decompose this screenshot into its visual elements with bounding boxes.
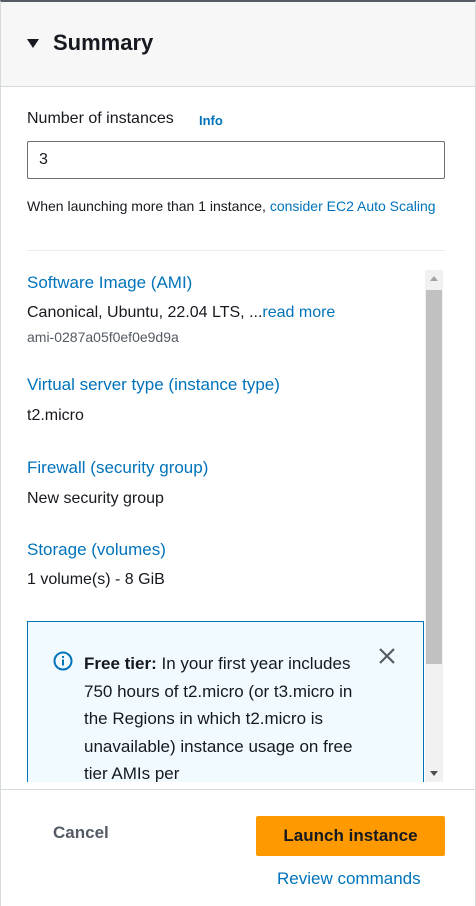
scroll-up-arrow-icon[interactable]	[425, 270, 443, 288]
hint-text: When launching more than 1 instance,	[27, 198, 266, 214]
info-circle-icon	[53, 651, 73, 671]
close-icon[interactable]	[377, 646, 397, 666]
instance-type-value: t2.micro	[27, 407, 84, 424]
scrollbar[interactable]	[425, 270, 443, 782]
number-of-instances-label: Number of instances	[27, 110, 174, 127]
summary-panel: Summary Number of instances Info When la…	[0, 0, 476, 906]
footer-divider	[1, 789, 475, 790]
divider	[27, 250, 445, 251]
number-of-instances-input[interactable]	[27, 141, 445, 179]
summary-details: Software Image (AMI) Canonical, Ubuntu, …	[1, 270, 475, 782]
free-tier-message: Free tier: In your first year includes 7…	[84, 650, 359, 782]
review-commands-link[interactable]: Review commands	[277, 869, 421, 889]
summary-header[interactable]: Summary	[1, 2, 475, 87]
info-link[interactable]: Info	[199, 113, 223, 128]
read-more-link[interactable]: read more	[262, 304, 335, 321]
launch-instance-button[interactable]: Launch instance	[256, 816, 445, 856]
ami-name: Canonical, Ubuntu, 22.04 LTS, ...	[27, 304, 263, 321]
firewall-value: New security group	[27, 490, 164, 507]
cancel-button[interactable]: Cancel	[53, 823, 109, 843]
ec2-auto-scaling-link[interactable]: consider EC2 Auto Scaling	[270, 198, 436, 214]
free-tier-body: In your first year includes 750 hours of…	[84, 654, 353, 782]
firewall-link[interactable]: Firewall (security group)	[27, 458, 208, 478]
ami-value: Canonical, Ubuntu, 22.04 LTS, ...read mo…	[27, 304, 335, 322]
scroll-down-arrow-icon[interactable]	[425, 764, 443, 782]
caret-down-icon[interactable]	[27, 39, 39, 48]
free-tier-alert: Free tier: In your first year includes 7…	[27, 621, 424, 782]
free-tier-title: Free tier:	[84, 654, 157, 673]
storage-value: 1 volume(s) - 8 GiB	[27, 571, 165, 588]
scrollbar-thumb[interactable]	[426, 290, 442, 664]
summary-title: Summary	[53, 30, 154, 55]
auto-scaling-hint: When launching more than 1 instance, con…	[27, 196, 437, 217]
software-image-link[interactable]: Software Image (AMI)	[27, 273, 192, 293]
ami-id: ami-0287a05f0ef0e9d9a	[27, 329, 179, 345]
instance-type-link[interactable]: Virtual server type (instance type)	[27, 375, 280, 395]
storage-link[interactable]: Storage (volumes)	[27, 540, 166, 560]
